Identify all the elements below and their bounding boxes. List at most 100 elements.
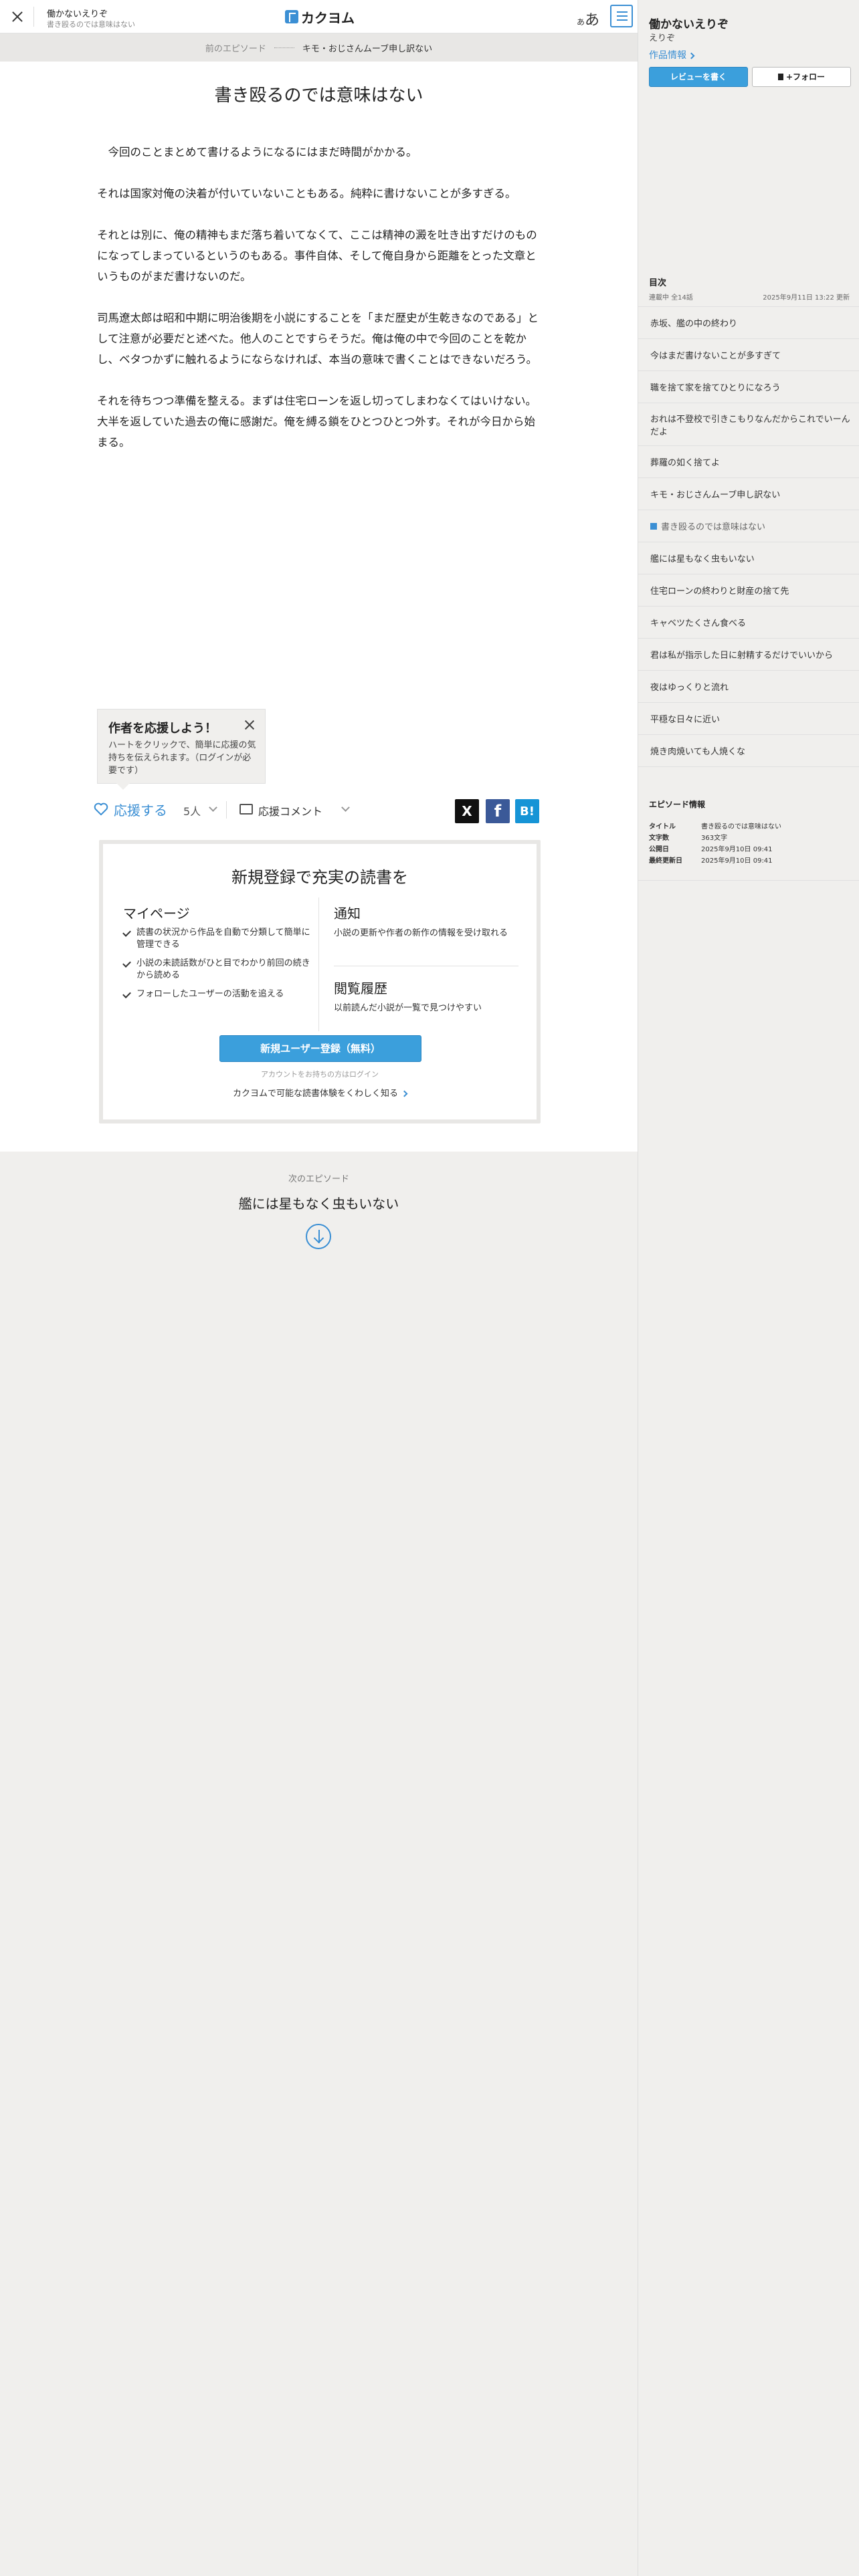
toc-item[interactable]: 君は私が指示した日に射精するだけでいいから xyxy=(638,639,859,671)
share-hatena-icon[interactable]: B! xyxy=(515,799,539,823)
chevron-right-icon xyxy=(688,52,695,60)
paragraph: それとは別に、俺の精神もまだ落ち着いてなくて、ここは精神の澱を吐き出すだけのもの… xyxy=(97,229,537,283)
work-info-link[interactable]: 作品情報 xyxy=(649,48,695,62)
next-episode-link[interactable]: 艦には星もなく虫もいない xyxy=(0,1193,638,1212)
register-button[interactable]: 新規ユーザー登録（無料） xyxy=(219,1035,421,1062)
sidebar-work-title[interactable]: 働かないえりぞ xyxy=(649,15,729,31)
logo-text: カクヨム xyxy=(301,9,355,26)
next-episode-section: 次のエピソード 艦には星もなく虫もいない xyxy=(0,1152,638,2576)
info-value: 書き殴るのでは意味はない xyxy=(701,823,781,831)
toc-item[interactable]: おれは不登校で引きこもりなんだからこれでいーんだよ xyxy=(638,403,859,446)
toc-item[interactable]: キモ・おじさんムーブ申し訳ない xyxy=(638,478,859,510)
toc-item[interactable]: 平穏な日々に近い xyxy=(638,703,859,735)
header-divider xyxy=(33,7,34,27)
divider xyxy=(638,880,859,881)
toc-meta: 連載中 全14話 2025年9月11日 13:22 更新 xyxy=(649,292,850,302)
toc-item[interactable]: 今はまだ書けないことが多すぎて xyxy=(638,339,859,371)
chevron-down-icon[interactable] xyxy=(341,803,350,812)
info-value: 2025年9月10日 09:41 xyxy=(701,846,773,853)
sidebar-author[interactable]: えりぞ xyxy=(649,31,675,43)
learn-more-label: カクヨムで可能な読書体験をくわしく知る xyxy=(232,1089,398,1099)
info-key: タイトル xyxy=(649,823,676,831)
paragraph: 司馬遼太郎は昭和中期に明治後期を小説にすることを「まだ歴史が生乾きなのである」と… xyxy=(97,312,539,366)
episode-header: 働かないえりぞ 書き殴るのでは意味はない カクヨム ああ xyxy=(0,0,638,33)
next-episode-label: 次のエピソード xyxy=(288,1174,349,1184)
header-episode-title: 書き殴るのでは意味はない xyxy=(47,20,135,29)
info-key: 文字数 xyxy=(649,835,669,842)
toc-item[interactable]: 住宅ローンの終わりと財産の捨て先 xyxy=(638,574,859,607)
learn-more-link[interactable]: カクヨムで可能な読書体験をくわしく知る xyxy=(103,1086,537,1099)
divider xyxy=(318,897,319,1031)
share-x-icon[interactable]: X xyxy=(455,799,479,823)
close-icon[interactable] xyxy=(244,719,256,731)
toc-updated: 2025年9月11日 13:22 更新 xyxy=(763,294,850,302)
font-size-toggle[interactable]: ああ xyxy=(577,8,599,29)
font-size-small-glyph: あ xyxy=(577,17,585,27)
mypage-features: 読書の状況から作品を自動で分類して簡単に管理できる 小説の未読話数がひと目でわか… xyxy=(123,927,317,1007)
login-link[interactable]: アカウントをお持ちの方はログイン xyxy=(103,1069,537,1079)
toc-item[interactable]: キャベツたくさん食べる xyxy=(638,607,859,639)
sidebar: 働かないえりぞ えりぞ 作品情報 レビューを書く +フォロー 目次 連載中 全1… xyxy=(638,0,859,2576)
chevron-right-icon xyxy=(401,1090,408,1097)
notice-desc: 小説の更新や作者の新作の情報を受け取れる xyxy=(334,928,508,938)
follow-plus: + xyxy=(785,72,793,82)
toc-item[interactable]: 夜はゆっくりと流れ xyxy=(638,671,859,703)
support-comment-button[interactable]: 応援コメント xyxy=(258,802,322,819)
arrow-down-circle-icon[interactable] xyxy=(306,1224,331,1249)
write-review-button[interactable]: レビューを書く xyxy=(649,67,748,87)
info-key: 最終更新日 xyxy=(649,857,682,865)
support-button[interactable]: 応援する xyxy=(114,800,167,819)
divider xyxy=(226,801,227,819)
header-work-title[interactable]: 働かないえりぞ xyxy=(47,7,108,19)
prev-episode-link[interactable]: キモ・おじさんムーブ申し訳ない xyxy=(302,41,432,54)
paragraph: 今回のことまとめて書けるようになるにはまだ時間がかかる。 xyxy=(97,146,417,158)
supporter-count[interactable]: 5人 xyxy=(183,802,201,819)
paragraph: それを待ちつつ準備を整える。まずは住宅ローンを返し切ってしまわなくてはいけない。… xyxy=(97,395,537,449)
prev-episode-bar[interactable]: 前のエピソード キモ・おじさんムーブ申し訳ない xyxy=(0,33,638,62)
share-facebook-icon[interactable]: f xyxy=(486,799,510,823)
toc-title: 目次 xyxy=(649,278,667,288)
signup-promo: 新規登録で充実の読書を マイページ 読書の状況から作品を自動で分類して簡単に管理… xyxy=(99,840,541,1123)
toc-status: 連載中 全14話 xyxy=(649,294,693,302)
work-info-label: 作品情報 xyxy=(649,50,686,61)
episode-text: 今回のことまとめて書けるようになるにはまだ時間がかかる。 それは国家対俺の決着が… xyxy=(97,142,539,473)
prev-episode-label: 前のエピソード xyxy=(205,43,266,54)
follow-button[interactable]: +フォロー xyxy=(752,67,851,87)
history-title: 閲覧履歴 xyxy=(334,980,387,996)
promo-title: 新規登録で充実の読書を xyxy=(231,868,408,887)
info-value: 2025年9月10日 09:41 xyxy=(701,857,773,865)
episode-title: 書き殴るのでは意味はない xyxy=(214,86,423,106)
info-value: 363文字 xyxy=(701,835,728,842)
logo-icon xyxy=(285,10,298,23)
mypage-title: マイページ xyxy=(123,905,190,922)
heart-icon[interactable] xyxy=(94,802,108,816)
support-tooltip: 作者を応援しよう！ ハートをクリックで、簡単に応援の気持ちを伝えられます。（ログ… xyxy=(97,709,266,790)
font-size-large-glyph: あ xyxy=(585,12,600,29)
bookmark-icon xyxy=(777,74,783,80)
toc-menu-icon[interactable] xyxy=(610,5,633,27)
support-tooltip-body: ハートをクリックで、簡単に応援の気持ちを伝えられます。（ログインが必要です） xyxy=(108,740,256,776)
episode-body-area: 書き殴るのでは意味はない 今回のことまとめて書けるようになるにはまだ時間がかかる… xyxy=(0,62,638,1152)
feature-item: 小説の未読話数がひと目でわかり前回の続きから読める xyxy=(123,958,317,982)
episode-info-title: エピソード情報 xyxy=(649,800,706,809)
episode-info-table: タイトル 書き殴るのでは意味はない 文字数 363文字 公開日 2025年9月10日 … xyxy=(649,820,850,865)
toc-item[interactable]: 焼き肉焼いても人焼くな xyxy=(638,735,859,767)
kakuyomu-logo[interactable]: カクヨム xyxy=(285,8,355,26)
toc-item[interactable]: 赤坂、艦の中の終わり xyxy=(638,307,859,339)
toc-item[interactable]: 艦には星もなく虫もいない xyxy=(638,542,859,574)
follow-label: フォロー xyxy=(793,72,826,82)
episode-actions: 応援する 5人 応援コメント X f B! xyxy=(92,796,541,823)
feature-item: 読書の状況から作品を自動で分類して簡単に管理できる xyxy=(123,927,317,951)
notice-title: 通知 xyxy=(334,905,361,922)
toc-item[interactable]: 葬羅の如く捨てよ xyxy=(638,446,859,478)
feature-item: フォローしたユーザーの活動を追える xyxy=(123,988,317,1000)
divider-dots xyxy=(274,47,294,48)
paragraph: それは国家対俺の決着が付いていないこともある。純粋に書けないことが多すぎる。 xyxy=(97,187,516,200)
comment-icon[interactable] xyxy=(240,804,253,815)
toc-item-current[interactable]: 書き殴るのでは意味はない xyxy=(638,510,859,542)
chevron-down-icon[interactable] xyxy=(209,803,217,812)
history-desc: 以前読んだ小説が一覧で見つけやすい xyxy=(334,1003,482,1013)
close-icon[interactable] xyxy=(9,9,25,25)
toc-item[interactable]: 職を捨て家を捨てひとりになろう xyxy=(638,371,859,403)
toc-list: 赤坂、艦の中の終わり 今はまだ書けないことが多すぎて 職を捨て家を捨てひとりにな… xyxy=(638,306,859,767)
